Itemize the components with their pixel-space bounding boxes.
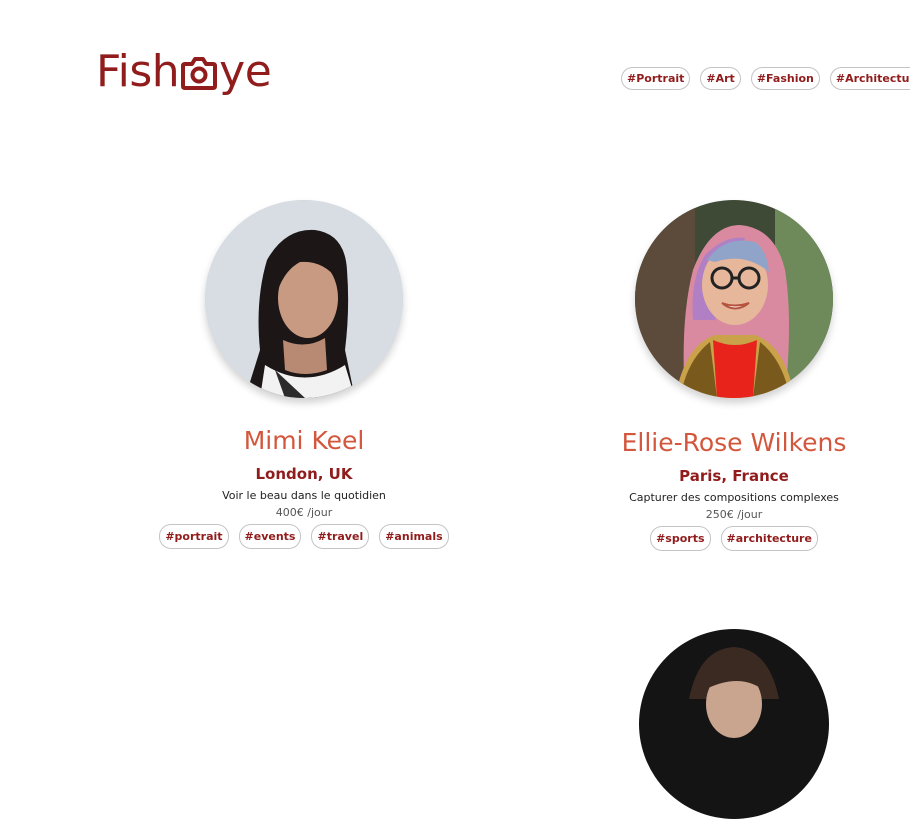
photographer-price: 400€ /jour [275, 506, 333, 519]
photographer-name[interactable]: Ellie-Rose Wilkens [564, 427, 904, 459]
tag-travel[interactable]: #travel [311, 524, 370, 549]
fisheye-logo[interactable]: Fish ye [96, 46, 272, 97]
tag-portrait[interactable]: #portrait [159, 524, 229, 549]
photographer-location: Paris, France [679, 467, 789, 485]
photographer-location: London, UK [255, 465, 353, 483]
photographer-tags: #portrait #events #travel #animals [134, 524, 474, 549]
nav-tag-art[interactable]: #Art [700, 67, 741, 90]
logo-text-right: ye [219, 46, 272, 97]
camera-icon [180, 55, 218, 91]
photographer-card-mimi-keel: Mimi Keel London, UK Voir le beau dans l… [134, 200, 474, 549]
nav-tag-architecture[interactable]: #Architecture [829, 67, 910, 90]
photographer-card-ellie-rose-wilkens: Ellie-Rose Wilkens Paris, France Capture… [564, 200, 904, 551]
nav-tag-portrait[interactable]: #Portrait [621, 67, 691, 90]
tag-animals[interactable]: #animals [379, 524, 449, 549]
photographer-avatar[interactable] [635, 200, 833, 398]
photographer-tagline: Capturer des compositions complexes [629, 491, 839, 504]
photographer-price: 250€ /jour [705, 508, 763, 521]
tag-architecture[interactable]: #architecture [720, 526, 818, 551]
tag-events[interactable]: #events [238, 524, 302, 549]
nav-tag-fashion[interactable]: #Fashion [750, 67, 820, 90]
photographer-avatar[interactable] [205, 200, 403, 398]
photographer-tags: #sports #architecture [564, 526, 904, 551]
tag-navigation: #Portrait #Art #Fashion #Architecture [621, 67, 910, 90]
photographer-tagline: Voir le beau dans le quotidien [222, 489, 386, 502]
logo-text-left: Fish [96, 46, 180, 97]
photographer-name[interactable]: Mimi Keel [134, 425, 474, 457]
photographer-avatar[interactable] [639, 629, 829, 819]
tag-sports[interactable]: #sports [650, 526, 711, 551]
